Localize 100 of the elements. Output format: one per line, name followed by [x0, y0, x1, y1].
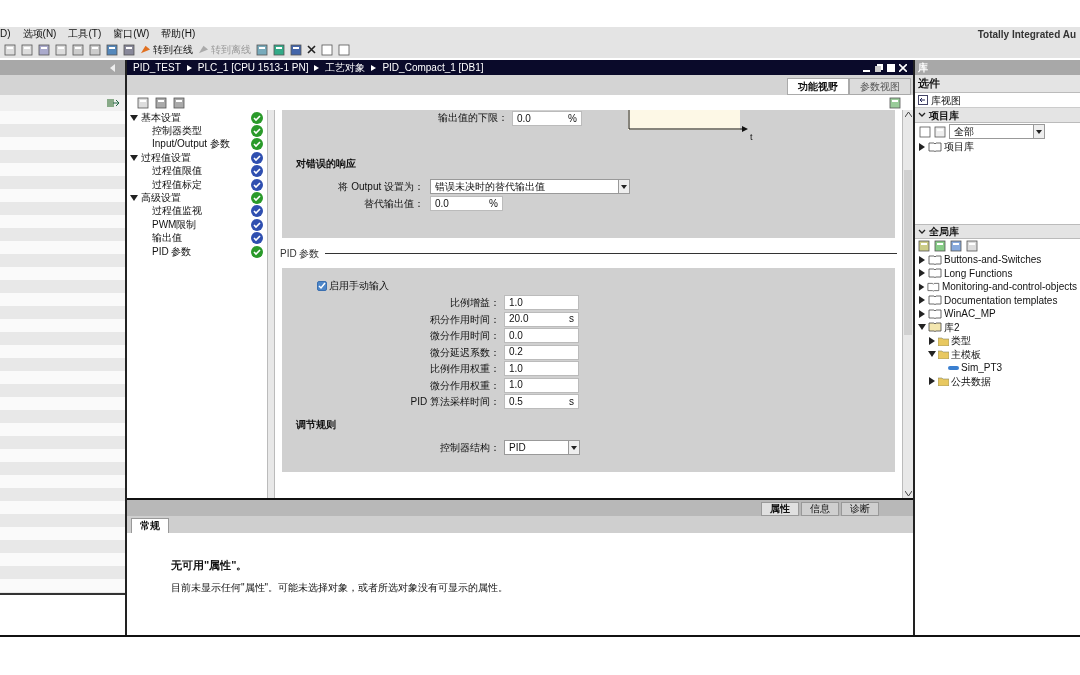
section-header: 全局库: [929, 225, 959, 239]
nav-item[interactable]: PWM限制: [152, 219, 251, 230]
nav-item[interactable]: 高级设置: [141, 193, 248, 204]
nav-item[interactable]: 过程值设置: [141, 152, 248, 163]
input-field[interactable]: 1.0: [504, 361, 579, 376]
expanded-caret-icon[interactable]: [130, 113, 138, 122]
scroll-down-icon[interactable]: [904, 491, 912, 496]
tree-item[interactable]: Documentation templates: [944, 292, 1058, 308]
breadcrumb-arrow-icon: [371, 64, 377, 71]
field-label: 比例作用权重：: [429, 362, 501, 376]
plug-icon: [198, 44, 209, 55]
nav-item[interactable]: 过程值标定: [152, 179, 251, 190]
breadcrumb-item[interactable]: PID_TEST: [133, 62, 181, 73]
subtab[interactable]: 常规: [131, 518, 169, 533]
panel-subtitle: 选件: [918, 75, 940, 91]
input-field[interactable]: 0.5 s: [504, 394, 579, 409]
brand-text: Totally Integrated Au: [977, 27, 1076, 42]
collapsed-caret-icon[interactable]: [918, 255, 926, 264]
expanded-caret-icon[interactable]: [130, 153, 138, 162]
tree-item[interactable]: 类型: [951, 333, 971, 349]
collapsed-caret-icon[interactable]: [928, 336, 936, 345]
section-title: PID 参数: [280, 246, 320, 261]
message-text: 目前未显示任何"属性"。可能未选择对象，或者所选对象没有可显示的属性。: [171, 580, 509, 595]
menu-item[interactable]: D): [0, 29, 11, 39]
close-icon[interactable]: [307, 45, 316, 54]
breadcrumb-item[interactable]: PID_Compact_1 [DB1]: [382, 62, 484, 73]
menu-item[interactable]: 帮助(H): [161, 29, 196, 39]
menu-item[interactable]: 窗口(W): [113, 29, 150, 39]
nav-item[interactable]: Input/Output 参数: [152, 139, 251, 150]
expanded-caret-icon[interactable]: [918, 323, 926, 332]
tree-item[interactable]: 库2: [944, 319, 960, 335]
tree-item[interactable]: Long Functions: [944, 265, 1013, 281]
checkbox[interactable]: [317, 280, 327, 291]
restore-icon[interactable]: [875, 63, 883, 72]
expanded-caret-icon[interactable]: [130, 194, 138, 203]
expanded-caret-icon[interactable]: [928, 350, 936, 359]
plug-icon: [140, 44, 151, 55]
collapsed-caret-icon[interactable]: [918, 142, 926, 151]
breadcrumb-item[interactable]: PLC_1 [CPU 1513-1 PN]: [197, 62, 309, 73]
input-field[interactable]: 1.0: [504, 377, 579, 393]
tree-item[interactable]: 公共数据: [951, 373, 991, 389]
maximize-icon[interactable]: [887, 63, 895, 72]
field-label: 微分作用权重：: [429, 378, 501, 393]
input-field[interactable]: 0.0 %: [512, 111, 582, 126]
chevron-down-icon[interactable]: [918, 228, 926, 235]
view-tab[interactable]: 参数视图: [849, 78, 911, 95]
menu-item[interactable]: 工具(T): [68, 29, 102, 39]
go-online-button[interactable]: 转到在线: [140, 44, 193, 55]
input-field[interactable]: 0.0: [504, 328, 579, 343]
checkbox-label: 启用手动输入: [329, 279, 389, 293]
dropdown[interactable]: PID: [504, 440, 580, 455]
input-field[interactable]: 20.0 s: [504, 311, 579, 327]
collapsed-caret-icon[interactable]: [928, 377, 936, 386]
nav-item[interactable]: 过程值限值: [152, 166, 251, 177]
nav-item[interactable]: PID 参数: [152, 246, 251, 257]
library-icon: [928, 268, 942, 279]
message-title: 无可用"属性"。: [171, 558, 248, 573]
nav-item[interactable]: 过程值监视: [152, 206, 251, 217]
tree-item[interactable]: Buttons-and-Switches: [944, 252, 1042, 268]
section-title: 对错误的响应: [296, 157, 357, 171]
section-title: 调节规则: [296, 418, 337, 432]
input-field[interactable]: 0.0 %: [430, 196, 503, 211]
tree-item[interactable]: 项目库: [944, 139, 974, 155]
nav-item[interactable]: 控制器类型: [152, 126, 251, 137]
collapsed-caret-icon[interactable]: [918, 282, 926, 291]
folder-icon: [938, 376, 949, 387]
chevron-down-icon[interactable]: [918, 112, 926, 118]
vertical-scrollbar[interactable]: [902, 110, 913, 498]
nav-item[interactable]: 基本设置: [141, 112, 248, 123]
inspector-tab[interactable]: 属性: [761, 502, 799, 516]
field-label: 控制器结构：: [439, 441, 501, 455]
library-view-icon[interactable]: [918, 95, 928, 105]
library-icon: [928, 322, 942, 333]
menu-item[interactable]: 选项(N): [22, 29, 57, 39]
tree-item[interactable]: Sim_PT3: [961, 360, 1003, 376]
library-icon: [928, 254, 942, 265]
nav-item[interactable]: 输出值: [152, 233, 251, 244]
tree-item[interactable]: 主模板: [951, 346, 981, 362]
tree-item[interactable]: Monitoring-and-control-objects: [941, 279, 1077, 295]
breadcrumb-arrow-icon: [314, 64, 320, 71]
input-field[interactable]: 1.0: [504, 295, 579, 310]
collapsed-caret-icon[interactable]: [918, 309, 926, 318]
breadcrumb-item[interactable]: 工艺对象: [325, 62, 366, 73]
field-label: 输出值的下限：: [438, 113, 508, 123]
inspector-tab[interactable]: 诊断: [841, 502, 879, 516]
dropdown[interactable]: 错误未决时的替代输出值: [430, 179, 630, 194]
collapsed-caret-icon[interactable]: [918, 296, 926, 305]
library-view-link[interactable]: 库视图: [931, 92, 961, 108]
dropdown[interactable]: 全部: [949, 124, 1045, 139]
folder-icon: [938, 335, 949, 346]
library-icon: [927, 281, 940, 292]
field-label: 替代输出值：: [363, 197, 425, 211]
input-field[interactable]: 0.2: [504, 344, 579, 360]
field-label: 微分延迟系数：: [429, 345, 501, 360]
scroll-up-icon[interactable]: [904, 112, 912, 117]
inspector-tab[interactable]: 信息: [801, 502, 839, 516]
tree-sync-icon[interactable]: [107, 98, 119, 108]
collapsed-caret-icon[interactable]: [918, 269, 926, 278]
tree-item[interactable]: WinAC_MP: [944, 306, 996, 322]
view-tab[interactable]: 功能视野: [787, 78, 849, 95]
